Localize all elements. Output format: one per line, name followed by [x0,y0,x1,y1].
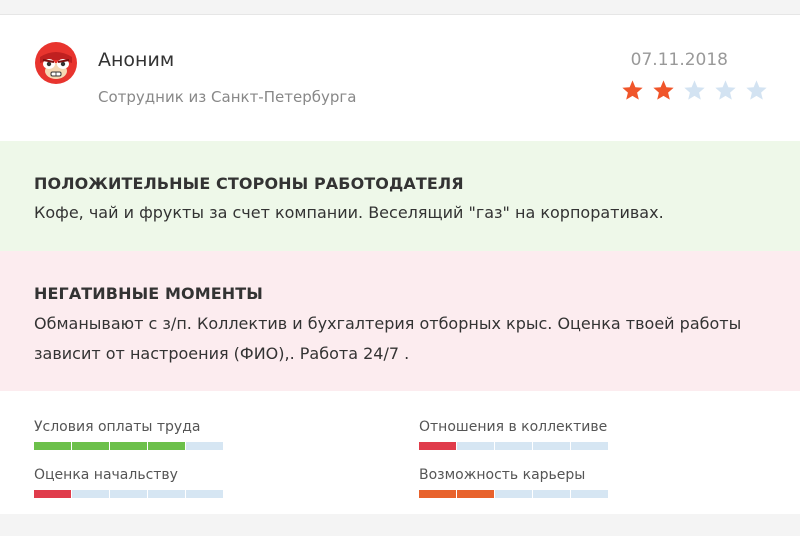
metric-career-opportunity: Возможность карьеры [419,467,609,498]
metric-segment [495,442,532,450]
star-icon [715,80,736,100]
metric-label: Отношения в коллективе [419,419,608,435]
metric-segment [110,442,147,450]
review-card: Аноним Сотрудник из Санкт-Петербурга 07.… [0,14,800,514]
star-icon [746,80,767,100]
metric-segment [571,490,608,498]
metric-segment [72,442,109,450]
positive-title: ПОЛОЖИТЕЛЬНЫЕ СТОРОНЫ РАБОТОДАТЕЛЯ [34,174,464,193]
metric-management-rating: Оценка начальству [34,467,224,498]
metric-label: Условия оплаты труда [34,419,201,435]
metric-segment [419,490,456,498]
metric-bar [419,490,609,498]
metric-segment [495,490,532,498]
negative-text: Обманывают с з/п. Коллектив и бухгалтери… [34,314,742,363]
author-name: Аноним [98,49,175,71]
metric-segment [186,490,223,498]
metric-segment [72,490,109,498]
metric-segment [533,490,570,498]
metric-label: Оценка начальству [34,467,178,483]
metric-segment [457,442,494,450]
metric-segment [148,490,185,498]
metric-segment [186,442,223,450]
metric-segment [457,490,494,498]
metric-bar [419,442,609,450]
metric-segment [419,442,456,450]
metric-segment [148,442,185,450]
negative-section: НЕГАТИВНЫЕ МОМЕНТЫ Обманывают с з/п. Кол… [0,251,800,391]
metric-segment [34,490,71,498]
metric-team-relations: Отношения в коллективе [419,419,609,450]
star-icon [622,80,643,100]
avatar [35,42,77,84]
metric-pay-conditions: Условия оплаты труда [34,419,224,450]
metric-segment [533,442,570,450]
metric-segment [571,442,608,450]
metric-bar [34,490,224,498]
positive-section: ПОЛОЖИТЕЛЬНЫЕ СТОРОНЫ РАБОТОДАТЕЛЯ Кофе,… [0,141,800,251]
star-rating [621,79,776,101]
metric-segment [110,490,147,498]
positive-text: Кофе, чай и фрукты за счет компании. Вес… [34,203,664,222]
star-icon [653,80,674,100]
negative-title: НЕГАТИВНЫЕ МОМЕНТЫ [34,284,263,303]
metric-bar [34,442,224,450]
metric-label: Возможность карьеры [419,467,586,483]
star-icon [684,80,705,100]
metric-segment [34,442,71,450]
review-date: 07.11.2018 [630,50,728,70]
author-location: Сотрудник из Санкт-Петербурга [98,88,357,106]
review-header: Аноним Сотрудник из Санкт-Петербурга 07.… [0,15,800,141]
